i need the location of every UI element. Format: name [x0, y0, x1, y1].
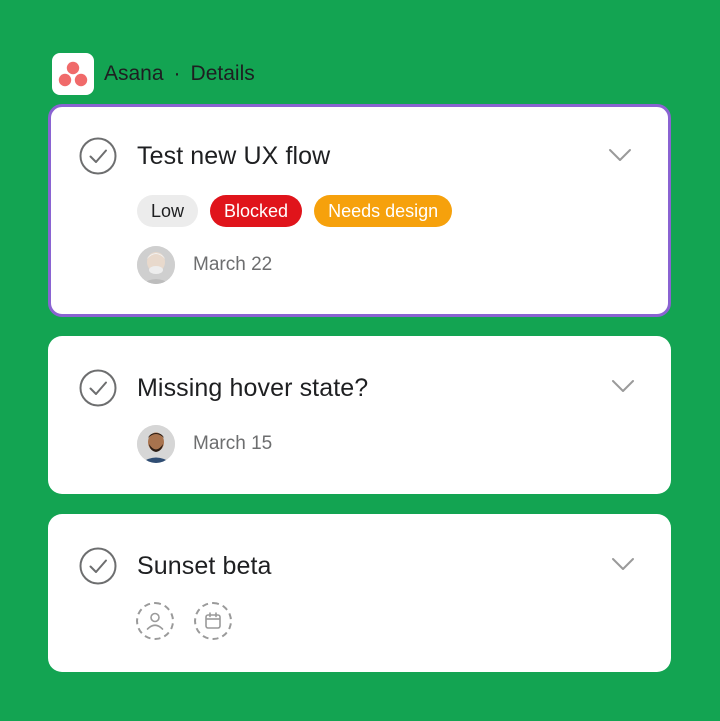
task-title[interactable]: Missing hover state? — [137, 374, 368, 403]
task-meta: March 15 — [137, 425, 272, 463]
tag-low[interactable]: Low — [137, 195, 199, 227]
complete-task-checkbox-icon[interactable] — [79, 369, 117, 407]
chevron-down-icon[interactable] — [611, 556, 635, 572]
empty-task-fields — [136, 602, 232, 640]
assignee-avatar[interactable] — [137, 246, 175, 284]
tag-blocked[interactable]: Blocked — [210, 195, 303, 227]
task-tags: Low Blocked Needs design — [137, 195, 453, 227]
task-card[interactable]: Missing hover state? March 15 — [48, 336, 671, 494]
task-meta: March 22 — [137, 246, 272, 284]
app-header: Asana · Details — [52, 53, 255, 95]
chevron-down-icon[interactable] — [611, 378, 635, 394]
task-title[interactable]: Test new UX flow — [137, 142, 330, 171]
task-card[interactable]: Sunset beta — [48, 514, 671, 672]
due-date[interactable]: March 15 — [193, 433, 272, 455]
asana-logo-icon — [52, 53, 94, 95]
assignee-placeholder-icon[interactable] — [136, 602, 174, 640]
complete-task-checkbox-icon[interactable] — [79, 137, 117, 175]
calendar-placeholder-icon[interactable] — [194, 602, 232, 640]
section-name: Details — [190, 62, 255, 85]
task-title[interactable]: Sunset beta — [137, 552, 272, 581]
tag-needs-design[interactable]: Needs design — [314, 195, 453, 227]
task-card[interactable]: Test new UX flow Low Blocked Needs desig… — [48, 104, 671, 317]
app-name: Asana — [104, 62, 164, 85]
due-date[interactable]: March 22 — [193, 254, 272, 276]
chevron-down-icon[interactable] — [608, 147, 632, 163]
complete-task-checkbox-icon[interactable] — [79, 547, 117, 585]
assignee-avatar[interactable] — [137, 425, 175, 463]
header-separator: · — [173, 62, 181, 85]
